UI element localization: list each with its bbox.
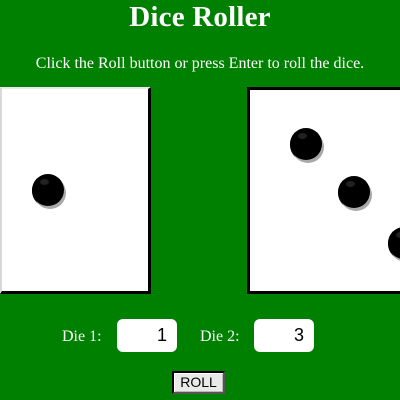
die-2-value-field[interactable]: 3 <box>254 319 314 352</box>
page-title: Dice Roller <box>129 1 271 33</box>
die-2-label: Die 2: <box>200 328 240 345</box>
die-1-face <box>0 87 151 294</box>
instructions-text: Click the Roll button or press Enter to … <box>35 55 365 72</box>
die-1-pip <box>32 174 64 206</box>
die-2-face <box>247 87 400 294</box>
die-2-pip <box>290 128 322 160</box>
die-1-label: Die 1: <box>62 328 102 345</box>
die-2-pip <box>338 176 370 208</box>
roll-button[interactable]: ROLL <box>172 371 225 394</box>
die-1-value-field[interactable]: 1 <box>117 319 177 352</box>
die-2-pip <box>388 227 400 259</box>
